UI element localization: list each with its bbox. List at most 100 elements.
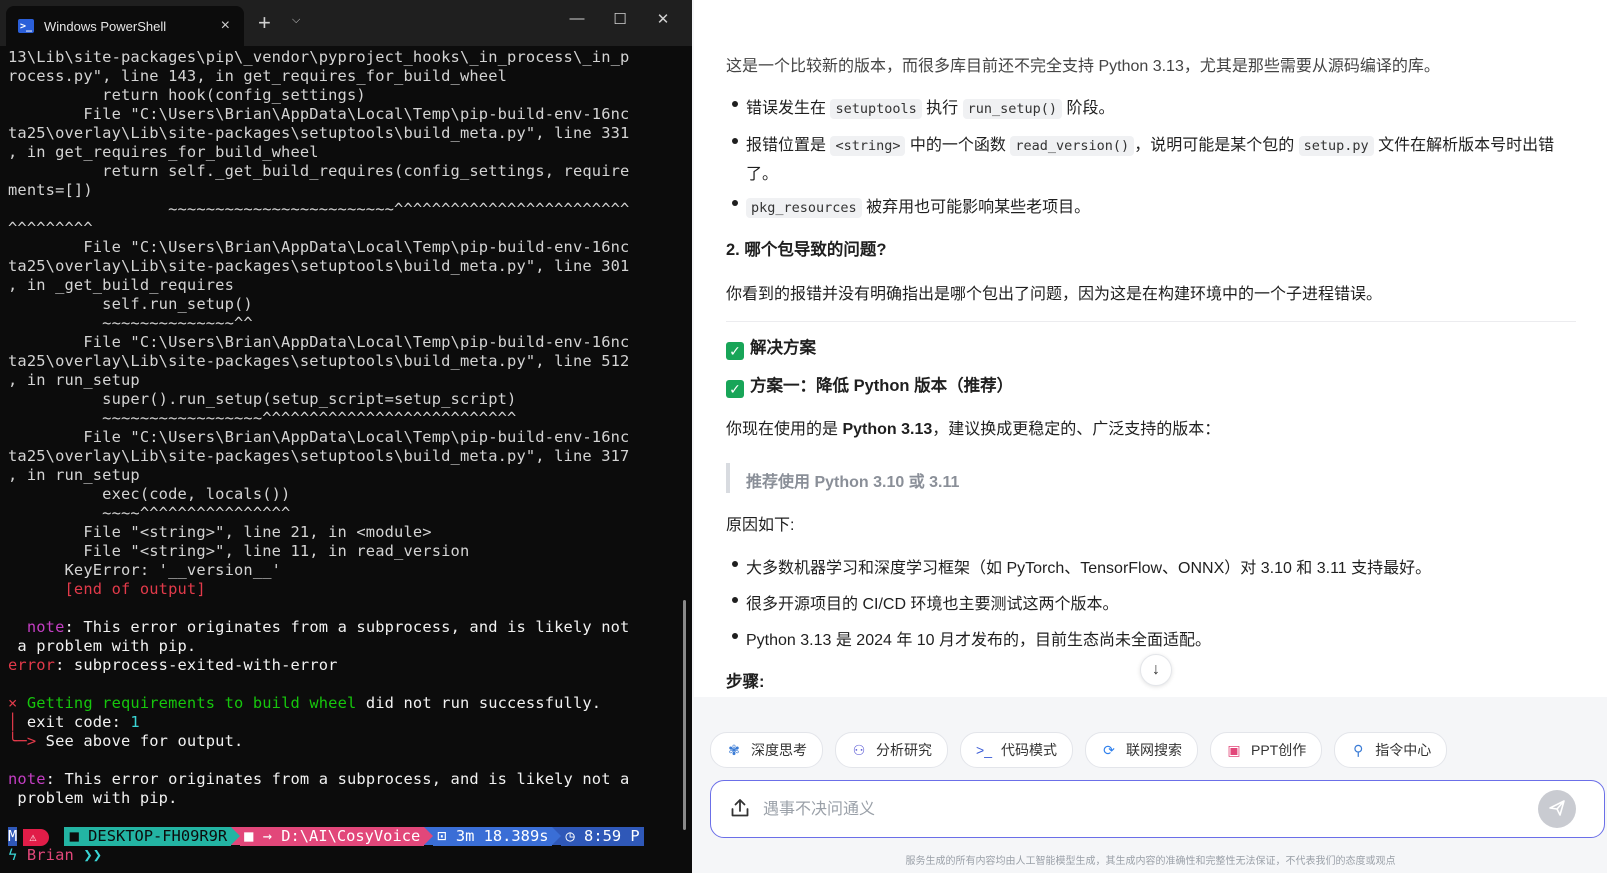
- blockquote: 推荐使用 Python 3.10 或 3.11: [746, 474, 960, 491]
- bullet-dot: [732, 200, 738, 206]
- send-button[interactable]: [1538, 790, 1576, 828]
- terminal-line: return self._get_build_requires(config_s…: [8, 162, 630, 180]
- terminal-line: ta25\overlay\Lib\site-packages\setuptool…: [8, 352, 630, 370]
- list-item-continued: 了。: [746, 166, 779, 183]
- list-item: pkg_resources 被弃用也可能影响某些老项目。: [746, 193, 1090, 218]
- powershell-icon: >_: [18, 19, 34, 33]
- bullet-dot: [732, 101, 738, 107]
- list-item: 大多数机器学习和深度学习框架（如 PyTorch、TensorFlow、ONNX…: [746, 560, 1432, 577]
- terminal-scrollbar[interactable]: [683, 600, 686, 830]
- list-item: Python 3.13 是 2024 年 10 月才发布的，目前生态尚未全面适配…: [746, 632, 1212, 649]
- chip-web-search[interactable]: ⟳ 联网搜索: [1085, 732, 1198, 768]
- inline-code: setuptools: [830, 99, 922, 119]
- window-close-icon[interactable]: ✕: [648, 10, 678, 28]
- end-of-output-line: [end of output]: [8, 580, 206, 598]
- paragraph: 你看到的报错并没有明确指出是哪个包出了问题，因为这是在构建环境中的一个子进程错误…: [726, 286, 1383, 303]
- terminal-line: File "C:\Users\Brian\AppData\Local\Temp\…: [8, 105, 630, 123]
- terminal-line: File "<string>", line 21, in <module>: [8, 523, 432, 541]
- input-prompt-line[interactable]: ϟ Brian ❯❯: [8, 846, 672, 865]
- deep-think-icon: ✾: [728, 741, 740, 758]
- tab-title: Windows PowerShell: [44, 18, 167, 34]
- exit-code-line: │ exit code: 1: [8, 713, 140, 731]
- minimize-icon[interactable]: —: [562, 10, 592, 27]
- paragraph: 原因如下:: [726, 517, 795, 534]
- inline-code: read_version(): [1010, 136, 1135, 156]
- chip-code-mode[interactable]: >_ 代码模式: [960, 732, 1073, 768]
- inline-code: run_setup(): [962, 99, 1063, 119]
- error-line: error: subprocess-exited-with-error: [8, 656, 338, 674]
- chat-window: 这是一个比较新的版本，而很多库目前还不完全支持 Python 3.13，尤其是那…: [694, 0, 1607, 873]
- chat-input[interactable]: [761, 791, 1525, 829]
- check-icon: ✓: [726, 380, 744, 398]
- terminal-tab[interactable]: >_ Windows PowerShell ×: [6, 6, 244, 46]
- terminal-titlebar: >_ Windows PowerShell × + ⌵ — ☐ ✕: [0, 0, 692, 46]
- option-heading: ✓ 方案一：降低 Python 版本（推荐）: [726, 372, 1013, 398]
- terminal-output[interactable]: 13\Lib\site-packages\pip\_vendor\pyproje…: [8, 48, 672, 865]
- list-item: 报错位置是 <string> 中的一个函数 read_version() ，说明可…: [746, 136, 1555, 156]
- warning-icon: ⚠: [23, 829, 49, 846]
- fail-x-icon: ×: [8, 694, 18, 712]
- disclaimer: 服务生成的所有内容均由人工智能模型生成，其生成内容的准确性和完整性无法保证，不代…: [905, 856, 1396, 867]
- terminal-line: , in get_requires_for_build_wheel: [8, 143, 319, 161]
- inline-code: setup.py: [1298, 136, 1374, 156]
- bullet-dot: [732, 597, 738, 603]
- code-icon: >_: [976, 742, 992, 758]
- note-line-continued: problem with pip.: [8, 789, 178, 807]
- chat-message-area[interactable]: 这是一个比较新的版本，而很多库目前还不完全支持 Python 3.13，尤其是那…: [694, 0, 1607, 697]
- list-item: 很多开源项目的 CI/CD 环境也主要测试这两个版本。: [746, 596, 1119, 613]
- see-above-line: ╰─> See above for output.: [8, 732, 244, 750]
- analysis-icon: ⚇: [852, 741, 866, 758]
- chip-command-center[interactable]: ⚲ 指令中心: [1334, 732, 1448, 768]
- note-label: note: [8, 770, 46, 788]
- close-tab-icon[interactable]: ×: [221, 17, 230, 35]
- quote-bar: [726, 463, 730, 493]
- prompt-line-wrap: M ⚠: [8, 827, 672, 846]
- terminal-line: exec(code, locals()): [8, 485, 291, 503]
- prompt-line: ■ DESKTOP-FH09R9R ■ → D:\AI\CosyVoice ⊡ 3m…: [8, 808, 672, 846]
- note-line: note: This error originates from a subpr…: [26, 618, 630, 636]
- note-line: note: This error originates from a subpr…: [8, 770, 630, 788]
- bullet-dot: [732, 561, 738, 567]
- terminal-line: ~~~~^^^^^^^^^^^^^^^^: [8, 504, 291, 522]
- tool-chip-row: ✾ 深度思考 ⚇ 分析研究 >_ 代码模式 ⟳ 联网搜索 ▣ PPT创作 ⚲ 指令中心: [710, 732, 1448, 768]
- terminal-line: File "C:\Users\Brian\AppData\Local\Temp\…: [8, 333, 630, 351]
- terminal-line: ^^^^^^^^^: [8, 219, 93, 237]
- terminal-line: 13\Lib\site-packages\pip\_vendor\pyproje…: [8, 48, 630, 66]
- terminal-window: >_ Windows PowerShell × + ⌵ — ☐ ✕ 13\Lib…: [0, 0, 692, 873]
- maximize-icon[interactable]: ☐: [605, 10, 635, 28]
- fail-line: × Getting requirements to build wheel di…: [8, 694, 602, 712]
- chip-ppt[interactable]: ▣ PPT创作: [1210, 732, 1323, 768]
- terminal-line: , in run_setup: [8, 371, 140, 389]
- note-label: note: [26, 618, 65, 636]
- terminal-line: File "<string>", line 11, in read_versio…: [8, 542, 470, 560]
- web-search-icon: ⟳: [1103, 741, 1115, 758]
- terminal-line: KeyError: '__version__': [8, 561, 282, 579]
- upload-icon[interactable]: [729, 797, 751, 819]
- new-tab-icon[interactable]: +: [258, 10, 271, 36]
- terminal-line: File "C:\Users\Brian\AppData\Local\Temp\…: [8, 238, 630, 256]
- terminal-line: ta25\overlay\Lib\site-packages\setuptool…: [8, 257, 630, 275]
- terminal-line: ta25\overlay\Lib\site-packages\setuptool…: [8, 124, 630, 142]
- inline-code: pkg_resources: [746, 198, 862, 218]
- divider: [726, 321, 1576, 322]
- terminal-line: ments=[]): [8, 181, 93, 199]
- exit-code-value: 1: [130, 713, 140, 731]
- bullet-dot: [732, 633, 738, 639]
- scroll-down-button[interactable]: ↓: [1140, 654, 1172, 686]
- terminal-line: , in _get_build_requires: [8, 276, 234, 294]
- terminal-line: super().run_setup(setup_script=setup_scr…: [8, 390, 517, 408]
- prompt-chevrons: ❯❯: [83, 846, 103, 864]
- terminal-line: ~~~~~~~~~~~~~~^^: [8, 314, 253, 332]
- send-icon: [1549, 800, 1565, 816]
- chip-analysis[interactable]: ⚇ 分析研究: [835, 732, 948, 768]
- chevron-down-icon[interactable]: ⌵: [292, 14, 300, 27]
- solutions-heading: ✓ 解决方案: [726, 334, 816, 360]
- traceback-lines: 13\Lib\site-packages\pip\_vendor\pyproje…: [8, 48, 672, 580]
- chip-deep-think[interactable]: ✾ 深度思考: [710, 732, 823, 768]
- inline-code: <string>: [830, 136, 906, 156]
- terminal-line: , in run_setup: [8, 466, 140, 484]
- steps-heading: 步骤:: [726, 673, 765, 691]
